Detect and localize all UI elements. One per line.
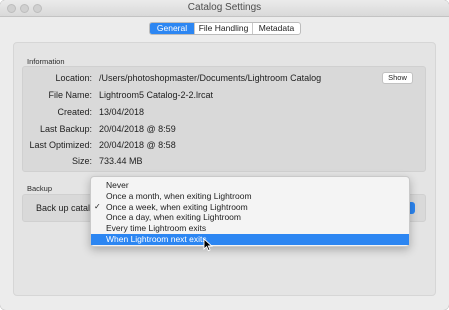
menu-item-daily[interactable]: Once a day, when exiting Lightroom (91, 212, 409, 223)
location-value: /Users/photoshopmaster/Documents/Lightro… (99, 73, 322, 83)
checkmark-icon: ✓ (94, 201, 101, 211)
menu-item-never[interactable]: Never (91, 180, 409, 191)
last-optimized-label: Last Optimized: (29, 140, 92, 150)
file-name-value: Lightroom5 Catalog-2-2.lrcat (99, 90, 214, 100)
last-optimized-value: 20/04/2018 @ 8:58 (99, 140, 176, 150)
file-name-label: File Name: (48, 90, 92, 100)
mouse-pointer-icon (203, 238, 213, 252)
size-value: 733.44 MB (99, 156, 143, 166)
menu-item-weekly[interactable]: ✓ Once a week, when exiting Lightroom (91, 202, 409, 213)
menu-item-label: Never (106, 180, 129, 190)
menu-item-label: Once a week, when exiting Lightroom (106, 201, 248, 212)
tab-file-handling[interactable]: File Handling (194, 23, 252, 34)
menu-item-monthly[interactable]: Once a month, when exiting Lightroom (91, 191, 409, 202)
menu-item-label: Once a month, when exiting Lightroom (106, 190, 252, 201)
created-value: 13/04/2018 (99, 107, 145, 117)
backup-frequency-menu: Never Once a month, when exiting Lightro… (90, 176, 410, 247)
menu-item-every-exit[interactable]: Every time Lightroom exits (91, 223, 409, 234)
show-location-button[interactable]: Show (382, 72, 413, 84)
tab-general[interactable]: General (150, 23, 194, 34)
menu-item-label: Once a day, when exiting Lightroom (106, 212, 241, 223)
last-backup-label: Last Backup: (39, 124, 92, 134)
window-title: Catalog Settings (187, 2, 262, 13)
tab-metadata[interactable]: Metadata (252, 23, 300, 34)
backup-heading: Backup (27, 184, 53, 193)
size-label: Size: (71, 156, 92, 166)
last-backup-value: 20/04/2018 @ 8:59 (99, 124, 176, 134)
menu-item-label: When Lightroom next exits (106, 233, 207, 244)
information-heading: Information (27, 57, 65, 66)
menu-item-next-exit[interactable]: When Lightroom next exits (91, 233, 409, 245)
menu-item-label: Every time Lightroom exits (106, 223, 207, 234)
created-label: Created: (57, 107, 92, 117)
title-bar: Catalog Settings (0, 0, 449, 17)
catalog-settings-window: Catalog Settings General File Handling M… (0, 0, 449, 310)
tab-bar: General File Handling Metadata (149, 22, 301, 35)
location-label: Location: (55, 73, 92, 83)
